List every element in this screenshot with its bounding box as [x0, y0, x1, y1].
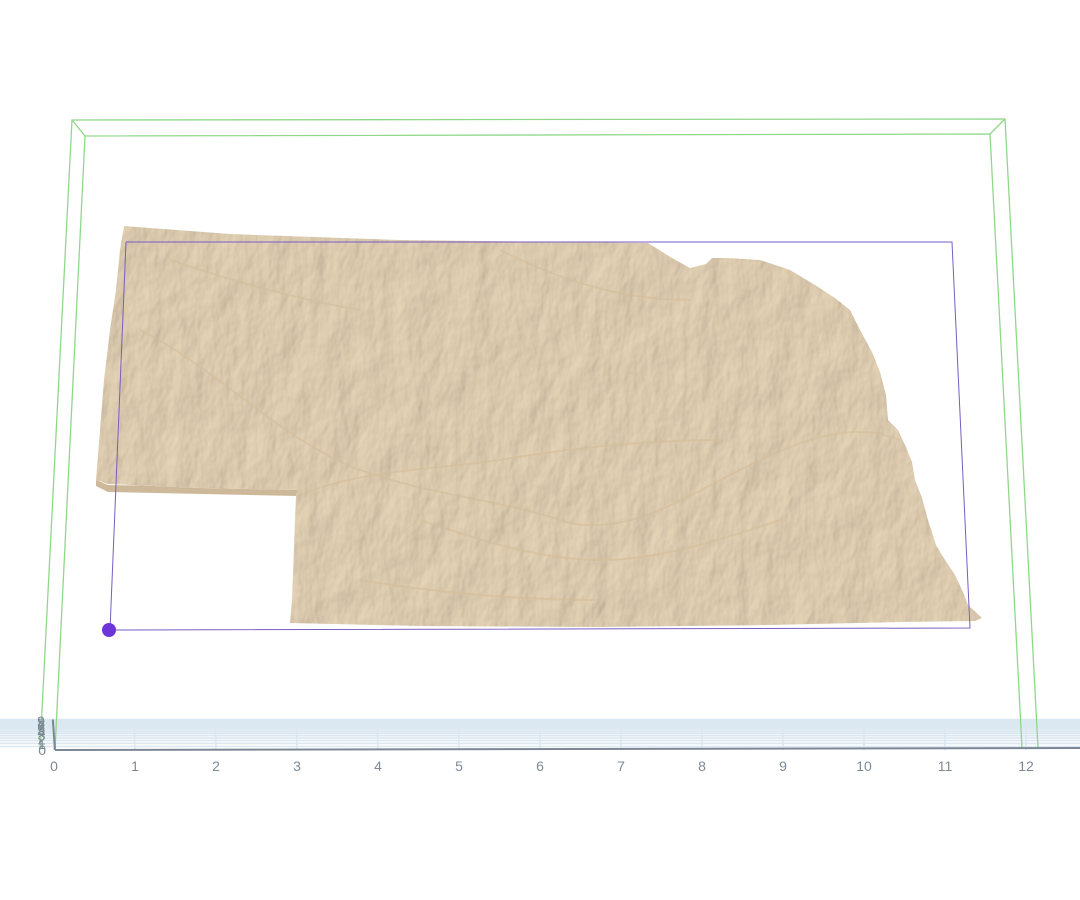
x-tick-label: 0 — [50, 758, 58, 774]
x-tick-label: 4 — [374, 758, 382, 774]
x-tick-label: 7 — [617, 758, 625, 774]
x-tick-label: 8 — [698, 758, 706, 774]
x-tick-label: 11 — [938, 758, 953, 774]
viewport-canvas[interactable]: 0 1 2 3 4 5 6 7 8 9 10 11 120123456789 — [0, 0, 1080, 900]
x-tick-label: 9 — [779, 758, 787, 774]
terrain-model-surface — [96, 226, 982, 627]
terrain-model[interactable] — [96, 226, 982, 627]
x-tick-label: 3 — [293, 758, 301, 774]
x-tick-label: 10 — [856, 758, 872, 774]
x-tick-label: 6 — [536, 758, 544, 774]
x-tick-label: 5 — [455, 758, 463, 774]
x-tick-label: 12 — [1018, 758, 1034, 774]
x-axis-line — [54, 747, 1080, 751]
grid-plane — [0, 718, 1080, 751]
y-tick-label: 9 — [37, 713, 45, 729]
x-tick-label: 2 — [212, 758, 220, 774]
anchor-handle[interactable] — [102, 623, 116, 637]
x-tick-label: 1 — [131, 758, 139, 774]
